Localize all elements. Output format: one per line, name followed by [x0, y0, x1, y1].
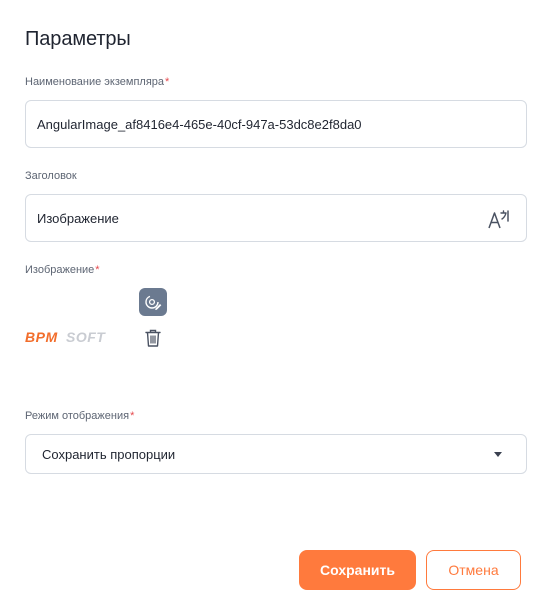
camera-edit-icon — [145, 295, 162, 310]
parameters-panel: Параметры Наименование экземпляра* Загол… — [0, 0, 544, 607]
upload-image-button[interactable] — [139, 288, 167, 316]
instance-name-label-text: Наименование экземпляра — [25, 76, 165, 88]
display-mode-label: Режим отображения* — [25, 409, 134, 423]
image-label-text: Изображение — [25, 264, 95, 276]
instance-name-field[interactable] — [25, 100, 527, 148]
required-mark: * — [95, 264, 100, 276]
image-label: Изображение* — [25, 263, 100, 277]
svg-text:SOFT: SOFT — [66, 329, 106, 345]
chevron-down-icon — [494, 452, 502, 457]
translate-icon — [488, 210, 509, 229]
translate-button[interactable] — [486, 206, 512, 232]
image-preview-area: BPM SOFT — [25, 288, 185, 358]
display-mode-select[interactable]: Сохранить пропорции — [25, 434, 527, 474]
required-mark: * — [165, 76, 170, 88]
save-button[interactable]: Сохранить — [299, 550, 416, 590]
bpmsoft-logo: BPM SOFT — [25, 329, 106, 345]
instance-name-input[interactable] — [37, 101, 477, 147]
display-mode-value: Сохранить пропорции — [42, 447, 176, 462]
caption-field[interactable] — [25, 194, 527, 242]
caption-label: Заголовок — [25, 170, 77, 182]
cancel-button[interactable]: Отмена — [426, 550, 521, 590]
svg-text:BPM: BPM — [25, 329, 58, 345]
trash-icon — [145, 329, 161, 347]
caption-input[interactable] — [37, 195, 477, 241]
required-mark: * — [130, 410, 135, 422]
instance-name-label: Наименование экземпляра* — [25, 75, 169, 89]
page-title: Параметры — [25, 28, 131, 50]
delete-image-button[interactable] — [141, 326, 165, 350]
display-mode-label-text: Режим отображения — [25, 410, 130, 422]
